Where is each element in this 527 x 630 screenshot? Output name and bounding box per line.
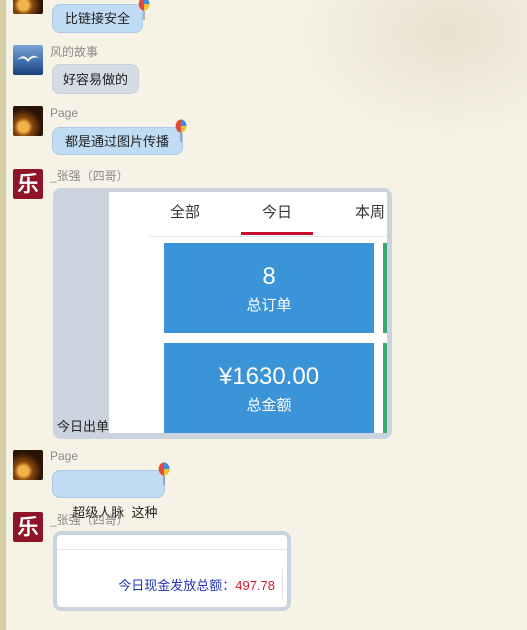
next-stat-edge (383, 343, 387, 433)
cash-label: 今日现金发放总额： (118, 578, 236, 593)
balloon-icon (138, 0, 150, 20)
tab-week[interactable]: 本周 (335, 192, 387, 236)
avatar-page[interactable] (13, 106, 43, 136)
cash-total: 今日现金发放总额：497.78 (118, 575, 275, 594)
stat-label: 总金额 (246, 397, 292, 414)
avatar-zhangqiang[interactable]: 乐 (13, 512, 43, 542)
card-content: 全部 今日 本周 8 总订单 ¥1630.00 总金额 (109, 192, 387, 433)
active-tab-indicator (241, 232, 313, 235)
divider (57, 549, 287, 550)
sender-name: Page (50, 106, 79, 120)
window-edge (0, 0, 6, 630)
sender-name: _张强（四哥） (50, 513, 129, 527)
stat-total-orders[interactable]: 8 总订单 (164, 243, 374, 333)
tab-today[interactable]: 今日 (241, 192, 313, 236)
message-bubble: 都是通过图片传播 (52, 127, 183, 155)
shared-card-orders[interactable]: 全部 今日 本周 8 总订单 ¥1630.00 总金额 今日出单 (53, 188, 392, 439)
shared-card-cash[interactable]: 今日现金发放总额：497.78 (53, 531, 291, 611)
cash-amount: 497.78 (235, 578, 275, 593)
message-bubble: 比链接安全 (52, 4, 144, 33)
seagull-icon (17, 55, 39, 62)
balloon-icon (175, 119, 187, 142)
message-bubble: 好容易做的 (52, 64, 140, 94)
card-caption: 今日出单 (57, 419, 110, 434)
stat-label: 总订单 (246, 297, 292, 314)
sender-name: Page (50, 449, 79, 463)
message-text: 都是通过图片传播 (65, 134, 170, 149)
avatar-zhangqiang[interactable]: 乐 (13, 169, 43, 199)
sender-name: 风的故事 (50, 45, 99, 59)
next-stat-edge (383, 243, 387, 333)
sender-name: _张强（四哥） (50, 169, 129, 183)
message-text: 好容易做的 (63, 72, 129, 87)
message-bubble: 超级人脉 这种 (52, 470, 165, 520)
avatar-wind[interactable] (13, 45, 43, 75)
tab-all[interactable]: 全部 (149, 192, 221, 236)
balloon-icon (158, 462, 170, 485)
avatar-page[interactable] (13, 0, 43, 14)
card-scroll-edge (282, 569, 287, 599)
stat-value: 8 (262, 263, 276, 290)
stat-value: ¥1630.00 (218, 363, 320, 390)
background-decoration (267, 0, 527, 160)
tab-bar: 全部 今日 本周 (149, 192, 387, 237)
avatar-page[interactable] (13, 450, 43, 480)
message-text: 比链接安全 (65, 11, 131, 26)
stat-total-amount[interactable]: ¥1630.00 总金额 (164, 343, 374, 433)
